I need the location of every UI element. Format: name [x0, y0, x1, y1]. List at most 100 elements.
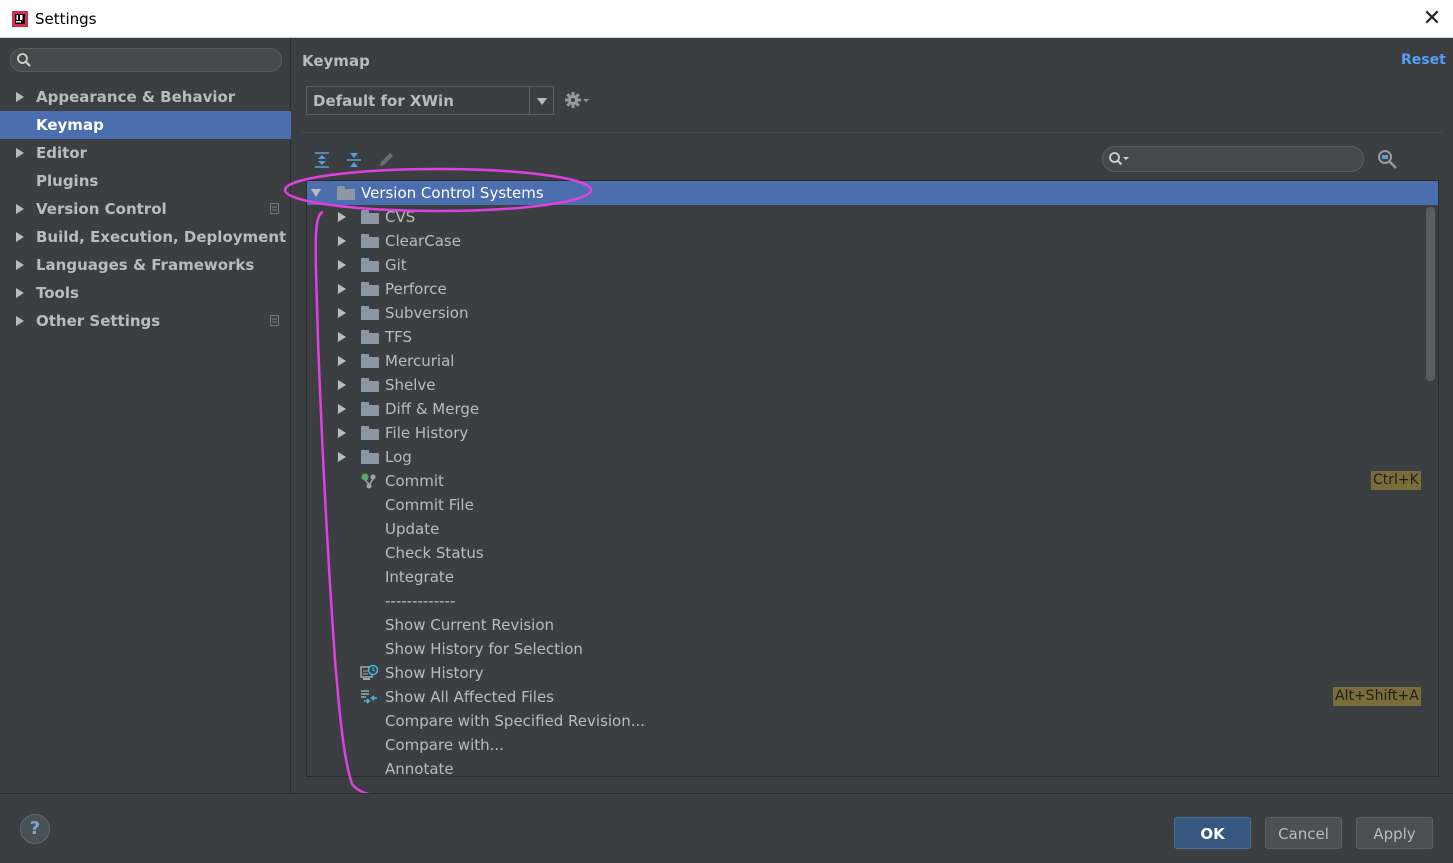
sidebar-item-label: Plugins [36, 172, 99, 190]
expand-arrow-icon[interactable] [338, 308, 346, 318]
tree-scrollbar[interactable] [1426, 207, 1435, 381]
keymap-action-tree[interactable]: Version Control Systems CVS ClearCase Git P… [306, 180, 1439, 777]
project-settings-icon [270, 315, 279, 326]
collapse-all-icon[interactable] [344, 150, 364, 170]
tree-action-row[interactable]: Commit File [307, 493, 1438, 517]
keymap-select-value: Default for XWin [313, 92, 454, 110]
expand-arrow-icon[interactable] [16, 316, 24, 326]
expand-arrow-icon[interactable] [16, 92, 24, 102]
expand-arrow-icon[interactable] [338, 404, 346, 414]
expand-arrow-icon[interactable] [338, 212, 346, 222]
tree-action-label: Show All Affected Files [385, 688, 554, 706]
tree-action-label: Commit File [385, 496, 474, 514]
shortcut-badge: Ctrl+K [1371, 471, 1421, 490]
tree-action-row[interactable]: Integrate [307, 565, 1438, 589]
sidebar-item[interactable]: Other Settings [0, 307, 291, 335]
tree-folder-label: File History [385, 424, 469, 442]
tree-action-row[interactable]: Show All Affected Files Alt+Shift+A [307, 685, 1438, 709]
commit-icon [361, 473, 376, 489]
sidebar-item[interactable]: Version Control [0, 195, 291, 223]
dialog-footer: ? OK Cancel Apply [0, 793, 1453, 863]
tree-folder-row[interactable]: CVS [307, 205, 1438, 229]
tree-folder-row[interactable]: Perforce [307, 277, 1438, 301]
tree-folder-row[interactable]: Subversion [307, 301, 1438, 325]
expand-arrow-icon[interactable] [338, 428, 346, 438]
tree-action-row[interactable]: ------------- [307, 589, 1438, 613]
sidebar-item[interactable]: Appearance & Behavior [0, 83, 291, 111]
tree-action-row[interactable]: Show Current Revision [307, 613, 1438, 637]
search-options-icon[interactable] [1108, 151, 1130, 167]
tree-action-row[interactable]: Update [307, 517, 1438, 541]
gear-icon[interactable] [564, 90, 590, 110]
tree-folder-label: Git [385, 256, 407, 274]
tree-action-row[interactable]: Compare with Specified Revision... [307, 709, 1438, 733]
folder-icon [361, 426, 379, 440]
tree-action-label: Show Current Revision [385, 616, 555, 634]
tree-folder-row[interactable]: Log [307, 445, 1438, 469]
expand-arrow-icon[interactable] [338, 332, 346, 342]
sidebar-item[interactable]: Build, Execution, Deployment [0, 223, 291, 251]
tree-action-label: Commit [385, 472, 444, 490]
expand-arrow-icon[interactable] [338, 356, 346, 366]
tree-folder-row[interactable]: Mercurial [307, 349, 1438, 373]
expand-all-icon[interactable] [312, 150, 332, 170]
apply-button[interactable]: Apply [1356, 817, 1433, 849]
edit-pencil-icon[interactable] [376, 150, 396, 170]
tree-folder-label: Subversion [385, 304, 469, 322]
folder-icon [361, 378, 379, 392]
tree-action-label: ------------- [385, 592, 456, 610]
expand-arrow-icon[interactable] [16, 148, 24, 158]
tree-folder-row[interactable]: File History [307, 421, 1438, 445]
tree-action-row[interactable]: Check Status [307, 541, 1438, 565]
tree-action-row[interactable]: Show History for Selection [307, 637, 1438, 661]
sidebar-item-label: Tools [36, 284, 79, 302]
expand-arrow-icon[interactable] [338, 236, 346, 246]
tree-root-row[interactable]: Version Control Systems [307, 181, 1438, 205]
sidebar-item[interactable]: Keymap [0, 111, 291, 139]
expand-arrow-icon[interactable] [16, 260, 24, 270]
tree-folder-row[interactable]: Shelve [307, 373, 1438, 397]
tree-action-row[interactable]: Annotate [307, 757, 1438, 776]
sidebar-item-label: Appearance & Behavior [36, 88, 236, 106]
tree-folder-row[interactable]: Git [307, 253, 1438, 277]
help-button[interactable]: ? [20, 814, 50, 844]
close-button[interactable]: ✕ [1419, 6, 1445, 32]
ok-button[interactable]: OK [1174, 817, 1251, 849]
expand-arrow-icon[interactable] [338, 452, 346, 462]
find-by-shortcut-icon[interactable] [1376, 148, 1400, 172]
cancel-button[interactable]: Cancel [1265, 817, 1342, 849]
project-settings-icon [270, 203, 279, 214]
keymap-select[interactable]: Default for XWin [306, 86, 554, 115]
tree-action-row[interactable]: Compare with... [307, 733, 1438, 757]
sidebar-item[interactable]: Editor [0, 139, 291, 167]
expand-arrow-icon[interactable] [338, 260, 346, 270]
keymap-search-input[interactable] [1133, 150, 1359, 170]
tree-folder-row[interactable]: ClearCase [307, 229, 1438, 253]
tree-action-label: Compare with... [385, 736, 504, 754]
sidebar-item[interactable]: Tools [0, 279, 291, 307]
affected-files-icon [361, 690, 377, 704]
expand-arrow-icon[interactable] [16, 288, 24, 298]
settings-search-field[interactable] [10, 48, 282, 72]
expand-arrow-icon[interactable] [338, 380, 346, 390]
page-title: Keymap [302, 52, 370, 70]
expand-arrow-icon[interactable] [16, 204, 24, 214]
sidebar-item[interactable]: Plugins [0, 167, 291, 195]
tree-action-label: Integrate [385, 568, 455, 586]
settings-search-input[interactable] [37, 51, 279, 71]
expand-arrow-icon[interactable] [16, 232, 24, 242]
reset-link[interactable]: Reset [1401, 52, 1446, 68]
tree-folder-row[interactable]: Diff & Merge [307, 397, 1438, 421]
tree-action-row[interactable]: Show History [307, 661, 1438, 685]
sidebar-item[interactable]: Languages & Frameworks [0, 251, 291, 279]
tree-folder-row[interactable]: TFS [307, 325, 1438, 349]
tree-action-row[interactable]: Commit Ctrl+K [307, 469, 1438, 493]
expand-arrow-icon[interactable] [338, 284, 346, 294]
keymap-search-field[interactable] [1102, 146, 1364, 172]
sidebar-item-label: Keymap [36, 116, 104, 134]
expand-arrow-icon[interactable] [311, 189, 321, 197]
history-icon [360, 664, 378, 680]
chevron-down-icon[interactable] [529, 87, 554, 114]
tree-folder-label: CVS [385, 208, 416, 226]
folder-icon [361, 258, 379, 272]
